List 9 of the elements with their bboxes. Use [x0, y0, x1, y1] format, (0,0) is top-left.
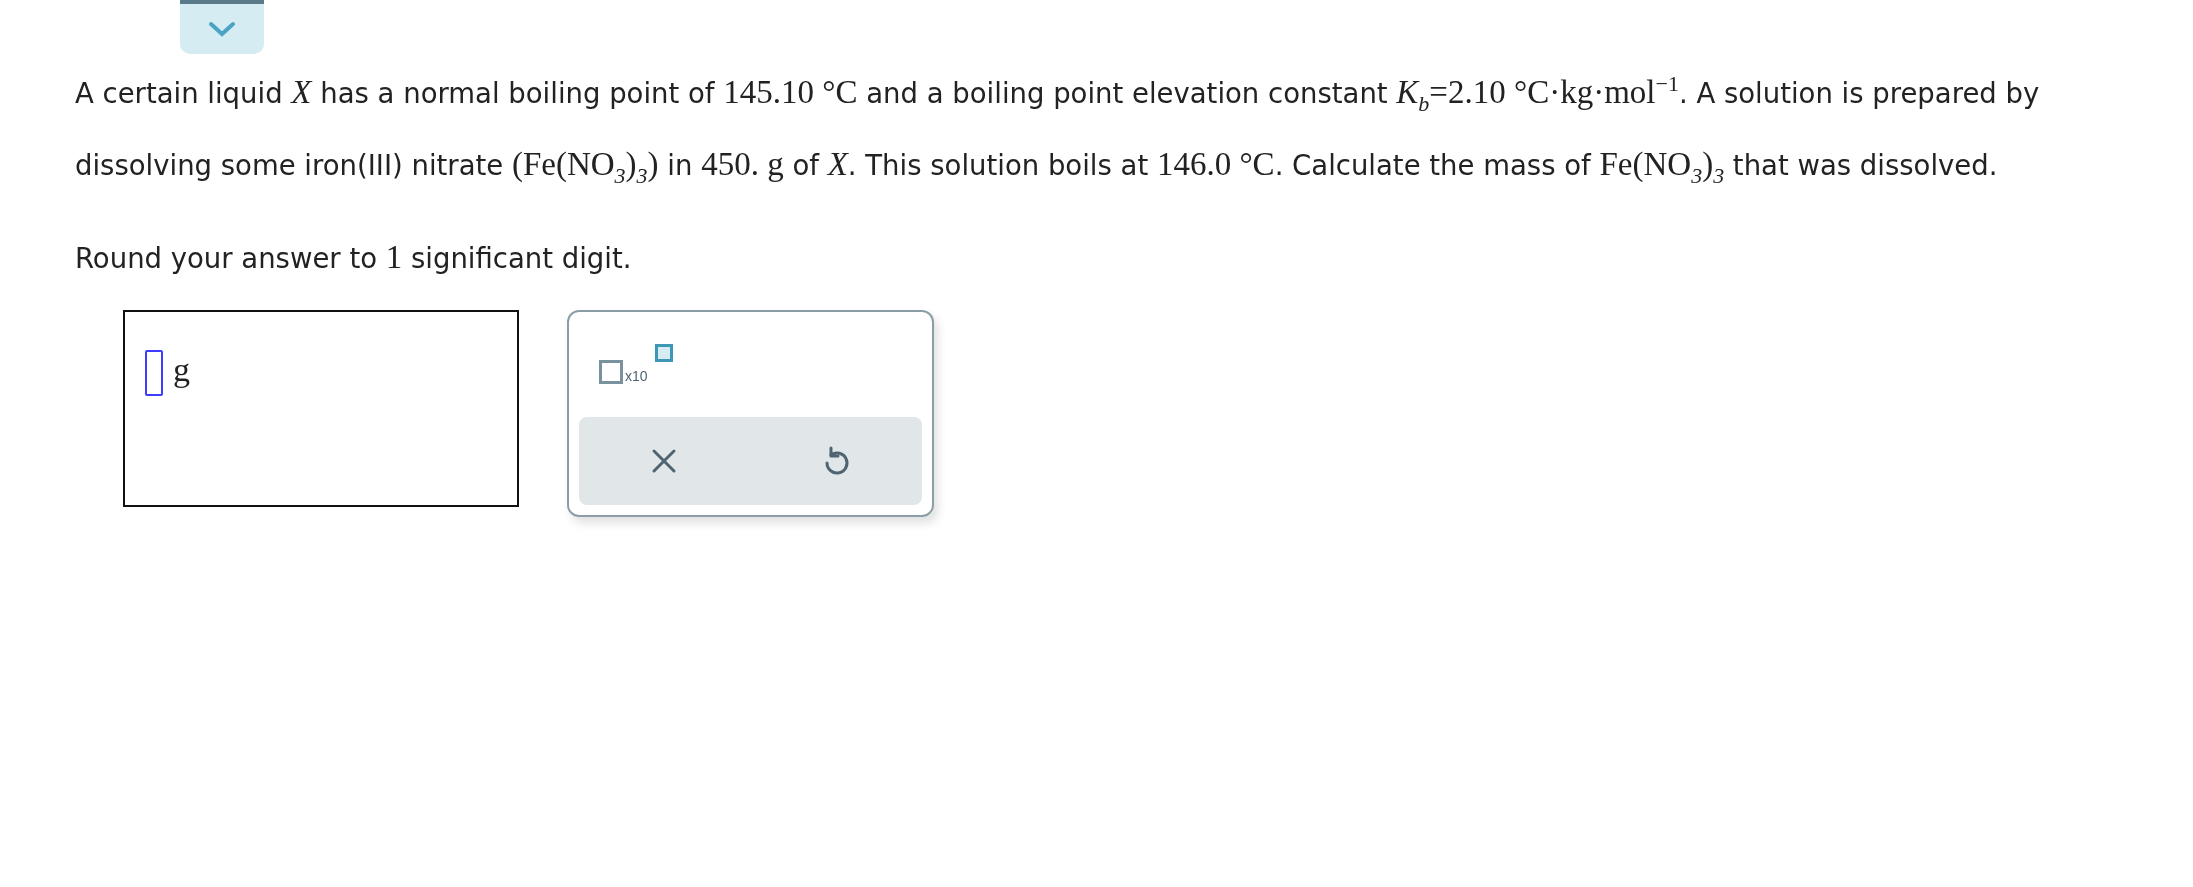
- question-text: A certain liquid X has a normal boiling point of 145.10 °C and a boiling point elevation constant K$_{b}$=2.10 °C·kg·mol$^{−1}$. A solution is prepared by dissolving some iron(III) nitrate (Fe(NO$_{3}$)$_{3}$) in 450. g of X. This solution boils at 146.0 °C. Calculate the mass of Fe(NO$_{3}$)$_{3}$ that was dissolved.: [75, 70, 2041, 190]
- close-icon: [651, 448, 678, 475]
- input-field[interactable]: [145, 350, 163, 397]
- question-text: Round your answer to 1 significant digit.: [75, 238, 633, 278]
- chevron-down-icon: [207, 20, 237, 38]
- scientific-notation-button[interactable]: x10: [579, 332, 679, 393]
- answer-box[interactable]: g: [123, 310, 519, 508]
- collapse-button[interactable]: [180, 0, 264, 54]
- unit-label: g: [173, 350, 190, 391]
